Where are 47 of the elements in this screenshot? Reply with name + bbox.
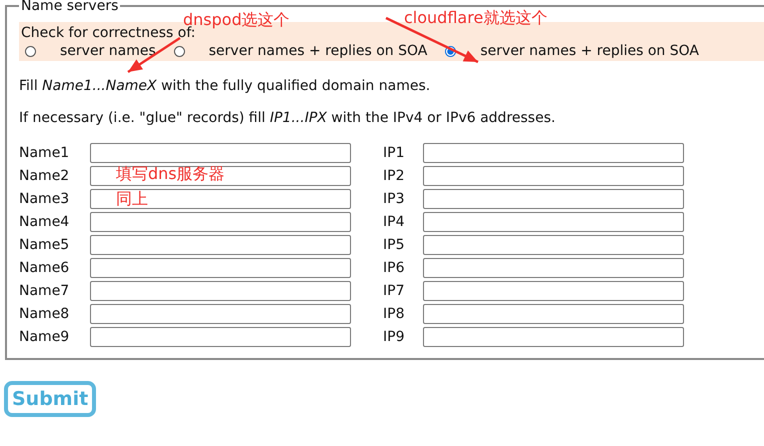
name-input-field[interactable] bbox=[90, 212, 351, 232]
ip-input-field[interactable] bbox=[423, 258, 684, 278]
ip-input-field[interactable] bbox=[423, 327, 684, 347]
ip-input-field[interactable] bbox=[423, 212, 684, 232]
name-input-field[interactable] bbox=[90, 235, 351, 255]
name-input-field[interactable] bbox=[90, 189, 351, 209]
name-label: Name5 bbox=[19, 236, 70, 255]
ip-input-field[interactable] bbox=[423, 189, 684, 209]
radio-label[interactable]: server names bbox=[60, 42, 156, 60]
radio-button[interactable] bbox=[174, 46, 185, 56]
name-label: Name7 bbox=[19, 282, 70, 301]
legend-title: Name servers bbox=[20, 0, 120, 12]
ip-input-field[interactable] bbox=[423, 304, 684, 324]
name-input-field[interactable] bbox=[90, 281, 351, 301]
name-input-field[interactable] bbox=[90, 166, 351, 186]
instruction-text: Fill Name1...NameX with the fully qualified domain names. bbox=[19, 77, 432, 95]
name-input-field[interactable] bbox=[90, 304, 351, 324]
name-input-field[interactable] bbox=[90, 327, 351, 347]
ip-input-field[interactable] bbox=[423, 281, 684, 301]
ip-label: IP8 bbox=[383, 305, 406, 324]
name-input-field[interactable] bbox=[90, 143, 351, 163]
ip-input-field[interactable] bbox=[423, 166, 684, 186]
ip-label: IP6 bbox=[383, 259, 406, 278]
ip-label: IP7 bbox=[383, 282, 406, 301]
radio-label[interactable]: server names + replies on SOA bbox=[208, 42, 428, 60]
ip-label: IP3 bbox=[383, 190, 406, 209]
annotation-text: cloudflare就选这个 bbox=[404, 8, 548, 29]
ip-label: IP4 bbox=[383, 213, 406, 232]
name-input-field[interactable] bbox=[90, 258, 351, 278]
radio-button[interactable] bbox=[25, 46, 36, 56]
ip-input-field[interactable] bbox=[423, 235, 684, 255]
name-label: Name1 bbox=[19, 144, 70, 163]
name-label: Name6 bbox=[19, 259, 70, 278]
instruction-text: If necessary (i.e. "glue" records) fill IP1...IPX with the IPv4 or IPv6 addresses. bbox=[19, 109, 556, 127]
name-label: Name2 bbox=[19, 167, 70, 186]
ip-label: IP1 bbox=[383, 144, 406, 163]
name-label: Name3 bbox=[19, 190, 70, 209]
ip-label: IP9 bbox=[383, 328, 406, 347]
name-label: Name9 bbox=[19, 328, 70, 347]
name-label: Name8 bbox=[19, 305, 70, 324]
name-label: Name4 bbox=[19, 213, 70, 232]
ip-label: IP5 bbox=[383, 236, 406, 255]
ip-label: IP2 bbox=[383, 167, 406, 186]
ip-input-field[interactable] bbox=[423, 143, 684, 163]
annotation-text: 同上 bbox=[116, 189, 148, 210]
annotation-text: 填写dns服务器 bbox=[116, 164, 225, 185]
radio-label[interactable]: server names + replies on SOA bbox=[480, 42, 699, 60]
